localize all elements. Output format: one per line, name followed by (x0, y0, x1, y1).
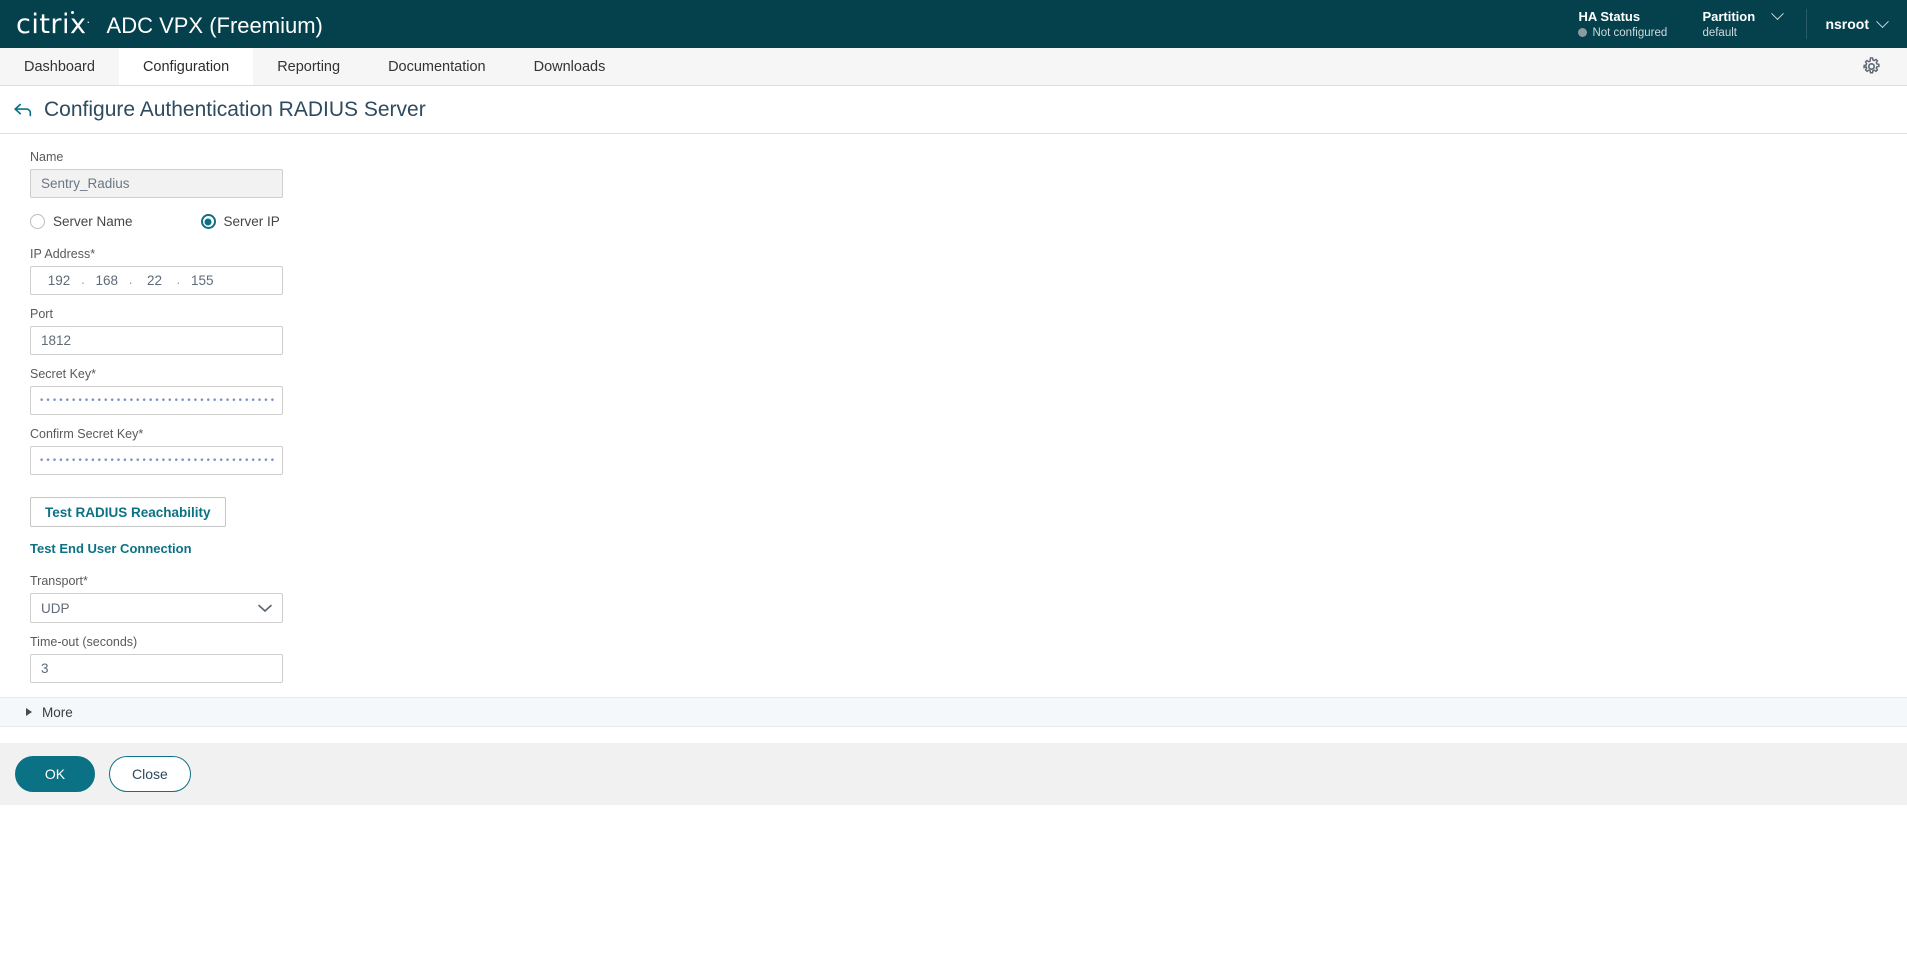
timeout-field-group: Time-out (seconds) (30, 635, 1907, 683)
timeout-label: Time-out (seconds) (30, 635, 1907, 649)
citrix-logo: citrix. (16, 9, 91, 40)
partition-title-row: Partition (1702, 9, 1790, 24)
test-end-user-connection-link[interactable]: Test End User Connection (30, 541, 192, 556)
ip-address-input[interactable]: . . . (30, 266, 283, 295)
tab-dashboard[interactable]: Dashboard (0, 48, 119, 85)
top-brand-bar: citrix. ADC VPX (Freemium) HA Status Not… (0, 0, 1907, 48)
timeout-input[interactable] (30, 654, 283, 683)
page-title: Configure Authentication RADIUS Server (44, 98, 426, 122)
confirm-secret-key-masked-value: ••••••••••••••••••••••••••••••••••••••••… (39, 456, 274, 466)
ip-octet-3[interactable] (135, 272, 175, 289)
confirm-secret-key-field-group: Confirm Secret Key* ••••••••••••••••••••… (30, 427, 1907, 475)
name-field-group: Name (30, 150, 1907, 198)
chevron-down-icon (1771, 7, 1784, 20)
ip-octet-1[interactable] (39, 272, 79, 289)
user-menu[interactable]: nsroot (1807, 0, 1907, 48)
port-label: Port (30, 307, 1907, 321)
ha-status-title: HA Status (1578, 9, 1668, 24)
ha-status-value: Not configured (1592, 26, 1667, 40)
citrix-logo-reg: . (87, 13, 91, 26)
radio-server-ip-label: Server IP (224, 214, 280, 229)
secret-key-label: Secret Key* (30, 367, 1907, 381)
main-navigation: Dashboard Configuration Reporting Docume… (0, 48, 1907, 86)
required-marker: * (138, 427, 143, 441)
ip-octet-2[interactable] (87, 272, 127, 289)
ip-octet-4[interactable] (182, 272, 222, 289)
partition-title: Partition (1702, 9, 1755, 24)
chevron-down-icon (258, 604, 272, 613)
tab-reporting[interactable]: Reporting (253, 48, 364, 85)
more-section-toggle[interactable]: More (0, 697, 1907, 727)
name-input[interactable] (30, 169, 283, 198)
back-arrow-icon[interactable] (12, 99, 34, 121)
secret-key-field-group: Secret Key* ••••••••••••••••••••••••••••… (30, 367, 1907, 415)
tab-documentation[interactable]: Documentation (364, 48, 510, 85)
chevron-down-icon (1876, 15, 1889, 28)
citrix-logo-dot (71, 11, 74, 14)
transport-label: Transport* (30, 574, 1907, 588)
ip-address-field-group: IP Address* . . . (30, 247, 1907, 295)
page-header: Configure Authentication RADIUS Server (0, 86, 1907, 134)
secret-key-masked-value: ••••••••••••••••••••••••••••••••••••••••… (39, 396, 274, 406)
port-input[interactable] (30, 326, 283, 355)
settings-button[interactable] (1836, 48, 1907, 85)
server-type-radio-group: Server Name Server IP (30, 214, 1907, 229)
radio-server-name-label: Server Name (53, 214, 133, 229)
ha-status-value-row: Not configured (1578, 26, 1668, 40)
required-marker: * (90, 247, 95, 261)
triangle-right-icon (26, 708, 32, 716)
tab-downloads[interactable]: Downloads (510, 48, 630, 85)
header-right-group: HA Status Not configured Partition defau… (1568, 0, 1907, 48)
ha-status-indicator-icon (1578, 28, 1587, 37)
app-title: ADC VPX (Freemium) (107, 13, 323, 39)
close-button[interactable]: Close (109, 756, 191, 792)
gear-icon (1862, 57, 1881, 76)
radio-unselected-icon (30, 214, 45, 229)
required-marker: * (83, 574, 88, 588)
test-radius-reachability-button[interactable]: Test RADIUS Reachability (30, 497, 226, 527)
ip-separator: . (127, 272, 135, 290)
ip-separator: . (175, 272, 183, 290)
ip-separator: . (79, 272, 87, 290)
port-field-group: Port (30, 307, 1907, 355)
confirm-secret-key-input[interactable]: ••••••••••••••••••••••••••••••••••••••••… (30, 446, 283, 475)
confirm-secret-key-label: Confirm Secret Key* (30, 427, 1907, 441)
partition-value: default (1702, 26, 1790, 40)
name-label: Name (30, 150, 1907, 164)
form-footer: OK Close (0, 743, 1907, 805)
transport-field-group: Transport* UDP (30, 574, 1907, 623)
radius-server-form: Name Server Name Server IP IP Address* .… (0, 134, 1907, 683)
partition-block[interactable]: Partition default (1686, 0, 1806, 48)
radio-server-name[interactable]: Server Name (30, 214, 133, 229)
secret-key-input[interactable]: ••••••••••••••••••••••••••••••••••••••••… (30, 386, 283, 415)
required-marker: * (91, 367, 96, 381)
ip-address-label: IP Address* (30, 247, 1907, 261)
transport-selected-value: UDP (41, 601, 258, 616)
ha-status-block[interactable]: HA Status Not configured (1568, 0, 1686, 48)
citrix-logo-text: citrix (16, 9, 87, 40)
user-name: nsroot (1825, 16, 1869, 32)
brand-area: citrix. ADC VPX (Freemium) (0, 9, 323, 40)
radio-selected-icon (201, 214, 216, 229)
radio-server-ip[interactable]: Server IP (201, 214, 280, 229)
ok-button[interactable]: OK (15, 756, 95, 792)
tab-configuration[interactable]: Configuration (119, 48, 253, 85)
transport-select[interactable]: UDP (30, 593, 283, 623)
more-section-label: More (42, 705, 73, 720)
